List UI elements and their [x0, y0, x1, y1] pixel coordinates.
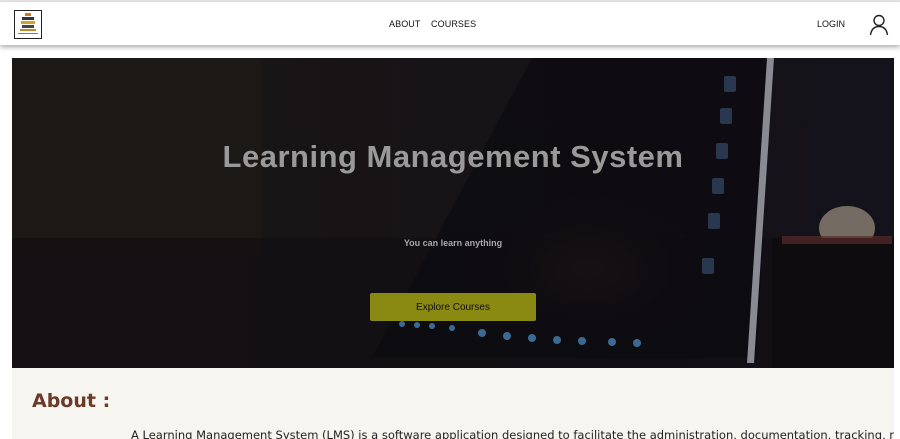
about-paragraph: A Learning Management System (LMS) is a … — [131, 428, 894, 439]
site-logo[interactable] — [14, 10, 42, 39]
about-heading: About : — [32, 390, 111, 412]
hero-background-image — [12, 58, 894, 368]
navbar: ABOUT COURSES LOGIN — [0, 2, 900, 45]
books-logo-icon — [18, 13, 38, 34]
nav-links: ABOUT COURSES — [389, 19, 484, 29]
hero-banner: Learning Management System You can learn… — [12, 58, 894, 368]
about-section: About : A Learning Management System (LM… — [12, 368, 894, 439]
hero-subtitle: You can learn anything — [403, 238, 503, 248]
nav-courses-link[interactable]: COURSES — [431, 19, 476, 29]
explore-courses-button[interactable]: Explore Courses — [370, 293, 536, 321]
login-link[interactable]: LOGIN — [817, 19, 845, 29]
user-icon[interactable] — [869, 14, 889, 36]
nav-about-link[interactable]: ABOUT — [389, 19, 421, 29]
hero-title: Learning Management System — [222, 139, 684, 174]
